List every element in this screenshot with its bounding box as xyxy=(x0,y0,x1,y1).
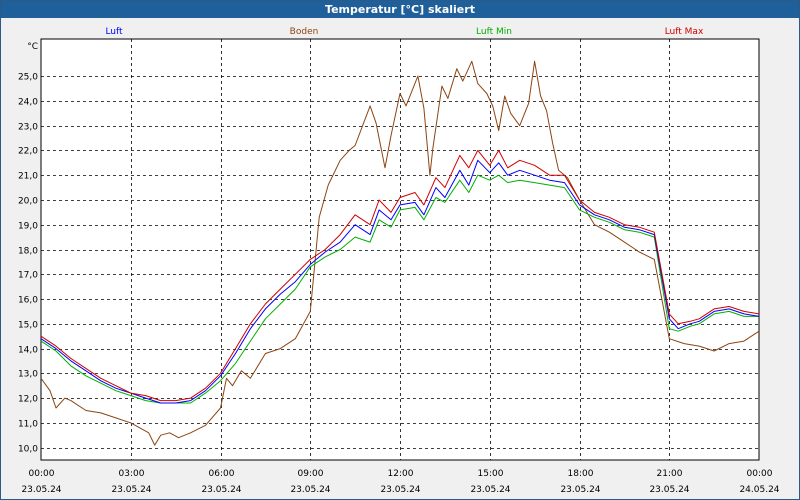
y-tick-label: 23,0 xyxy=(18,123,38,133)
x-tick-date-label: 24.05.24 xyxy=(739,485,779,495)
y-tick-label: 25,0 xyxy=(18,73,38,83)
x-tick-date-label: 23.05.24 xyxy=(111,485,151,495)
x-tick-label: 03:00 xyxy=(119,469,145,479)
x-tick-date-label: 23.05.24 xyxy=(560,485,600,495)
x-tick-label: 21:00 xyxy=(657,469,683,479)
x-tick-label: 00:00 xyxy=(747,469,773,479)
y-tick-label: 19,0 xyxy=(18,222,38,232)
y-tick-label: 15,0 xyxy=(18,321,38,331)
temperature-chart: 10,0 11,0 12,0 13,0 14,0 15,0 16,0 17,0 18,0 19,0… xyxy=(18,27,780,495)
legend-entry: Boden xyxy=(290,27,319,37)
y-axis-label: °C xyxy=(27,42,38,52)
y-tick-label: 11,0 xyxy=(18,420,38,430)
chart-window: Temperatur [°C] skaliert 10,0 11,0 12,0 13,… xyxy=(0,0,800,500)
y-tick-label: 14,0 xyxy=(18,346,38,356)
y-tick-label: 16,0 xyxy=(18,296,38,306)
x-tick-label: 06:00 xyxy=(209,469,235,479)
x-tick-date-label: 23.05.24 xyxy=(290,485,330,495)
y-tick-label: 24,0 xyxy=(18,98,38,108)
y-tick-label: 13,0 xyxy=(18,370,38,380)
legend-entry: Luft Min xyxy=(476,27,512,37)
y-tick-label: 10,0 xyxy=(18,445,38,455)
legend-entry: Luft Max xyxy=(665,27,704,37)
x-tick-label: 18:00 xyxy=(568,469,594,479)
x-tick-date-label: 23.05.24 xyxy=(21,485,61,495)
x-tick-label: 00:00 xyxy=(29,469,55,479)
x-tick-label: 15:00 xyxy=(478,469,504,479)
x-tick-date-label: 23.05.24 xyxy=(380,485,420,495)
y-tick-label: 20,0 xyxy=(18,197,38,207)
x-tick-label: 12:00 xyxy=(388,469,414,479)
y-tick-label: 17,0 xyxy=(18,271,38,281)
x-tick-date-label: 23.05.24 xyxy=(649,485,689,495)
y-tick-label: 18,0 xyxy=(18,247,38,257)
x-tick-label: 09:00 xyxy=(298,469,324,479)
legend-entry: Luft xyxy=(105,27,123,37)
y-tick-label: 22,0 xyxy=(18,147,38,157)
y-tick-label: 12,0 xyxy=(18,395,38,405)
x-tick-date-label: 23.05.24 xyxy=(470,485,510,495)
x-tick-date-label: 23.05.24 xyxy=(201,485,241,495)
y-tick-label: 21,0 xyxy=(18,172,38,182)
